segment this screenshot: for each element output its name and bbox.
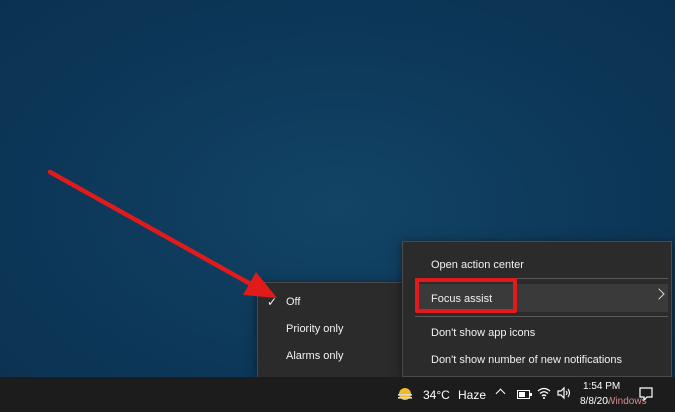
focus-option-off[interactable]: ✓ Off bbox=[258, 289, 402, 316]
focus-option-label: Priority only bbox=[286, 323, 344, 335]
clock-time[interactable]: 1:54 PM bbox=[583, 381, 620, 392]
focus-option-label: Off bbox=[286, 296, 301, 308]
battery-level-fill bbox=[519, 392, 525, 397]
action-center-icon[interactable] bbox=[639, 387, 653, 401]
menu-item-open-action-center[interactable]: Open action center bbox=[431, 259, 524, 271]
focus-assist-submenu: ✓ Off Priority only Alarms only bbox=[257, 282, 403, 378]
focus-option-label: Alarms only bbox=[286, 350, 344, 362]
menu-item-dont-show-number[interactable]: Don't show number of new notifications bbox=[431, 354, 622, 366]
checkmark-icon: ✓ bbox=[267, 295, 278, 309]
menu-item-dont-show-app-icons[interactable]: Don't show app icons bbox=[431, 327, 535, 339]
focus-option-alarms-only[interactable]: Alarms only bbox=[258, 343, 402, 370]
weather-condition[interactable]: Haze bbox=[458, 388, 486, 402]
battery-icon[interactable] bbox=[517, 390, 532, 399]
chevron-up-icon[interactable] bbox=[495, 388, 506, 399]
wifi-icon[interactable] bbox=[537, 386, 551, 400]
sun-haze-icon[interactable] bbox=[397, 386, 413, 402]
taskbar: 34°C Haze 1:54 PM 8/8/20 Windows bbox=[0, 377, 675, 412]
speaker-icon[interactable] bbox=[556, 386, 572, 400]
clock-date[interactable]: 8/8/20 bbox=[580, 396, 608, 407]
menu-separator bbox=[415, 316, 668, 317]
annotation-box-focus-assist bbox=[415, 278, 517, 313]
focus-option-priority-only[interactable]: Priority only bbox=[258, 316, 402, 343]
weather-temperature[interactable]: 34°C bbox=[423, 388, 450, 402]
